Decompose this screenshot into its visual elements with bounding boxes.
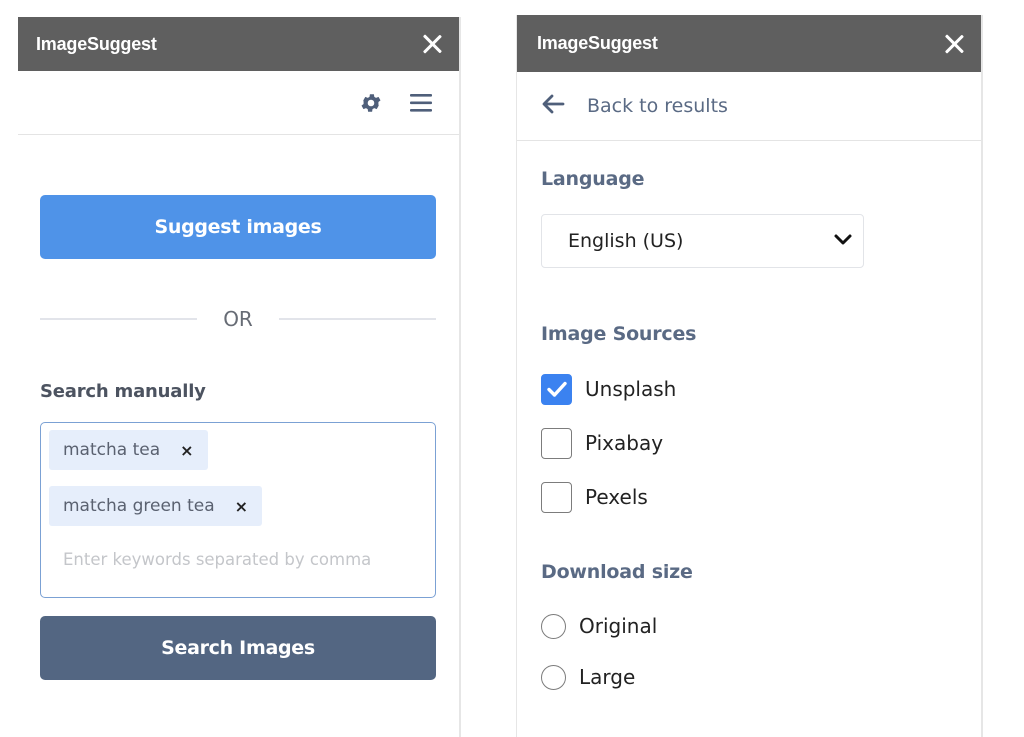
keyword-input[interactable] [49, 542, 427, 569]
checkbox[interactable] [541, 481, 572, 513]
source-label: Pixabay [585, 431, 664, 455]
close-icon[interactable] [421, 33, 443, 55]
titlebar: ImageSuggest [18, 17, 459, 71]
source-option-unsplash[interactable]: Unsplash [541, 373, 957, 405]
keyword-chip-label: matcha tea [63, 440, 161, 460]
remove-keyword-icon[interactable]: × [180, 441, 193, 460]
titlebar: ImageSuggest [517, 15, 981, 72]
app-title: ImageSuggest [537, 33, 658, 53]
divider-line [40, 318, 198, 320]
keyword-input-box[interactable]: matcha tea × matcha green tea × [40, 422, 436, 598]
gear-icon[interactable] [359, 91, 383, 115]
keyword-chip-label: matcha green tea [63, 496, 215, 516]
suggest-images-button[interactable]: Suggest images [40, 195, 436, 259]
sidebar-panel-main: ImageSuggest Suggest images OR Search ma… [18, 17, 461, 737]
hamburger-menu-icon[interactable] [409, 92, 433, 114]
download-size-list: Original Large [541, 611, 957, 692]
or-text: OR [223, 307, 253, 331]
checkbox-checked[interactable] [541, 373, 572, 405]
search-images-button[interactable]: Search Images [40, 616, 436, 680]
image-sources-list: Unsplash Pixabay Pexels [541, 373, 957, 513]
checkbox[interactable] [541, 427, 572, 459]
radio-button[interactable] [541, 664, 566, 690]
chevron-down-icon [833, 232, 853, 251]
keyword-chip: matcha green tea × [49, 486, 263, 526]
or-divider: OR [40, 307, 437, 331]
size-option-large[interactable]: Large [541, 662, 957, 692]
back-to-results-link[interactable]: Back to results [517, 72, 981, 141]
toolbar [18, 71, 459, 135]
language-select-value: English (US) [568, 230, 684, 252]
remove-keyword-icon[interactable]: × [235, 497, 248, 516]
size-option-original[interactable]: Original [541, 611, 957, 641]
radio-button[interactable] [541, 613, 566, 639]
divider-line [278, 318, 437, 320]
checkmark-icon [546, 381, 567, 397]
close-icon[interactable] [943, 33, 965, 55]
size-label: Original [579, 614, 658, 638]
source-option-pexels[interactable]: Pexels [541, 481, 957, 513]
search-manually-label: Search manually [40, 381, 206, 402]
back-label: Back to results [587, 95, 728, 117]
app-title: ImageSuggest [36, 33, 157, 54]
download-size-label: Download size [541, 561, 693, 583]
sidebar-panel-settings: ImageSuggest Back to results Language En… [516, 15, 983, 737]
language-select[interactable]: English (US) [541, 214, 864, 268]
image-sources-label: Image Sources [541, 323, 697, 345]
source-label: Pexels [585, 485, 648, 509]
keyword-chip: matcha tea × [49, 430, 208, 470]
language-label: Language [541, 168, 645, 190]
size-label: Large [579, 665, 636, 689]
source-label: Unsplash [585, 377, 677, 401]
source-option-pixabay[interactable]: Pixabay [541, 427, 957, 459]
arrow-left-icon [541, 93, 565, 120]
